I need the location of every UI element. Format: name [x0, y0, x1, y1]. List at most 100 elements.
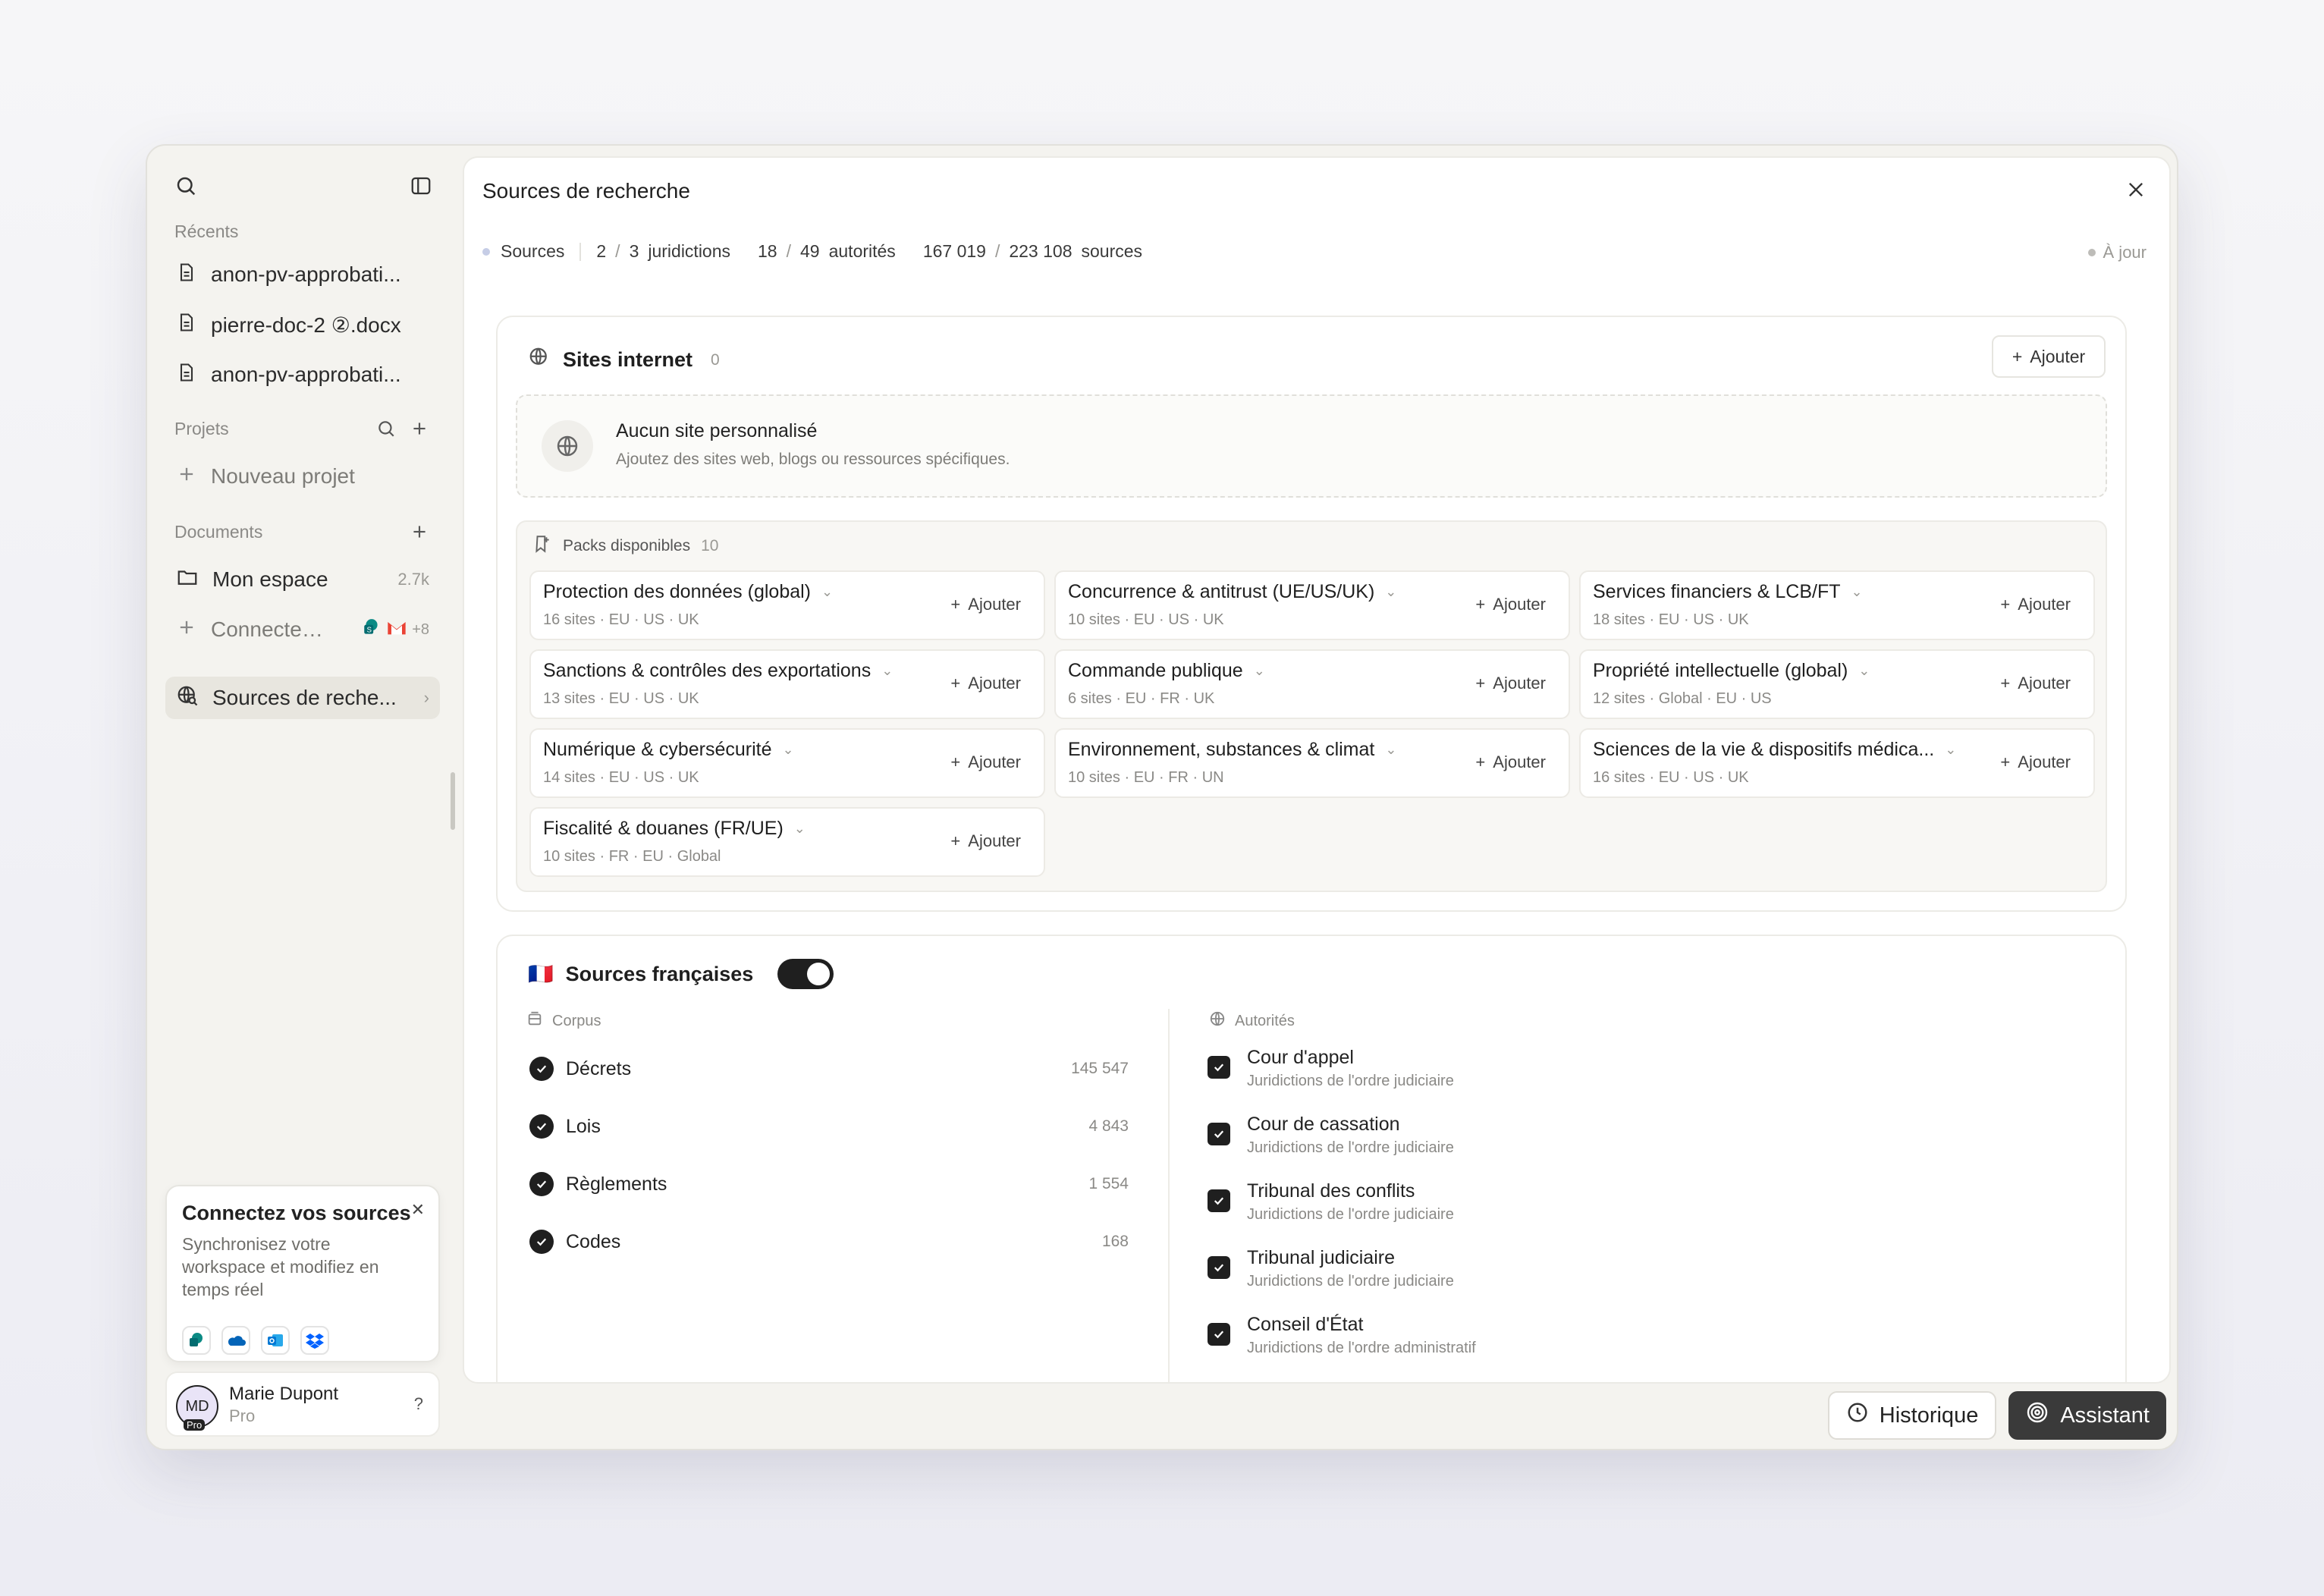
chevron-down-icon[interactable]: ⌄: [794, 821, 806, 837]
chevron-down-icon[interactable]: ⌄: [783, 742, 794, 758]
sync-status: À jour: [2087, 243, 2147, 262]
toggle-sidebar-icon[interactable]: [410, 174, 432, 203]
spiral-icon: [2025, 1400, 2049, 1431]
add-pack-button[interactable]: + Ajouter: [2000, 674, 2071, 693]
research-sources-item[interactable]: Sources de reche... ›: [165, 677, 440, 719]
authority-subtitle: Juridictions de l'ordre judiciaire: [1247, 1206, 1454, 1223]
corpus-item[interactable]: Décrets 145 547: [529, 1050, 1129, 1088]
pack-card[interactable]: Sciences de la vie & dispositifs médica.…: [1579, 728, 2095, 798]
recent-item-2[interactable]: pierre-doc-2 ②.docx: [165, 303, 440, 346]
pack-card[interactable]: Services financiers & LCB/FT ⌄ 18 sites ·…: [1579, 570, 2095, 640]
check-icon[interactable]: [529, 1172, 554, 1196]
pack-card[interactable]: Fiscalité & douanes (FR/UE) ⌄ 10 sites · …: [529, 807, 1045, 877]
corpus-item[interactable]: Codes 168: [529, 1223, 1129, 1261]
chevron-down-icon[interactable]: ⌄: [1254, 663, 1265, 679]
pack-card[interactable]: Commande publique ⌄ 6 sites · EU · FR · U…: [1054, 649, 1570, 719]
check-icon[interactable]: [529, 1057, 554, 1081]
authority-item[interactable]: Cour d'appel Juridictions de l'ordre jud…: [1208, 1047, 1814, 1107]
pack-card[interactable]: Numérique & cybersécurité ⌄ 14 sites · EU…: [529, 728, 1045, 798]
recent-item-1[interactable]: anon-pv-approbati...: [165, 253, 440, 296]
add-pack-button[interactable]: + Ajouter: [950, 831, 1021, 851]
chevron-down-icon[interactable]: ⌄: [1851, 584, 1863, 600]
close-icon[interactable]: [2125, 179, 2147, 206]
checkbox-checked-icon[interactable]: [1208, 1189, 1230, 1212]
pack-card[interactable]: Environnement, substances & climat ⌄ 10 s…: [1054, 728, 1570, 798]
checkbox-checked-icon[interactable]: [1208, 1323, 1230, 1346]
search-icon[interactable]: [174, 174, 197, 203]
add-pack-button[interactable]: + Ajouter: [1475, 595, 1546, 614]
help-button[interactable]: ?: [414, 1394, 423, 1414]
authorities-label: Autorités: [1235, 1012, 1295, 1029]
add-pack-button[interactable]: + Ajouter: [950, 595, 1021, 614]
recent-item-label: anon-pv-approbati...: [211, 363, 401, 386]
status-dot: [2087, 249, 2096, 256]
authority-item[interactable]: Cour de cassation Juridictions de l'ordr…: [1208, 1114, 1814, 1174]
search-projects-icon[interactable]: [376, 419, 396, 443]
checkbox-checked-icon[interactable]: [1208, 1056, 1230, 1079]
onedrive-icon[interactable]: [221, 1326, 250, 1355]
assistant-label: Assistant: [2060, 1403, 2150, 1428]
chevron-down-icon[interactable]: ⌄: [1385, 584, 1396, 600]
recent-item-label: pierre-doc-2 ②.docx: [211, 313, 401, 337]
authority-item[interactable]: Tribunal judiciaire Juridictions de l'or…: [1208, 1247, 1814, 1308]
user-profile[interactable]: MD Pro Marie Dupont Pro ?: [165, 1371, 440, 1437]
authority-item[interactable]: Conseil d'État Juridictions de l'ordre a…: [1208, 1314, 1814, 1375]
pack-card[interactable]: Sanctions & contrôles des exportations ⌄ …: [529, 649, 1045, 719]
add-pack-button[interactable]: + Ajouter: [2000, 595, 2071, 614]
globe-search-icon: [176, 684, 199, 712]
my-space-item[interactable]: Mon espace 2.7k: [165, 558, 440, 601]
documents-heading: Documents: [174, 522, 432, 542]
pack-meta: 12 sites · Global · EU · US: [1593, 690, 1772, 707]
connect-sources-card: Connectez vos sources ✕ Synchronisez vot…: [165, 1185, 440, 1362]
chevron-down-icon[interactable]: ⌄: [1945, 742, 1956, 758]
pack-name: Protection des données (global): [543, 581, 812, 602]
my-space-size: 2.7k: [397, 570, 429, 589]
corpus-count: 4 843: [1088, 1117, 1129, 1135]
pack-card[interactable]: Concurrence & antitrust (UE/US/UK) ⌄ 10 s…: [1054, 570, 1570, 640]
add-project-icon[interactable]: [410, 419, 429, 443]
sidebar-scrollbar[interactable]: [451, 772, 455, 830]
recent-item-3[interactable]: anon-pv-approbati...: [165, 353, 440, 396]
add-pack-button[interactable]: + Ajouter: [950, 674, 1021, 693]
corpus-item[interactable]: Lois 4 843: [529, 1107, 1129, 1145]
sharepoint-icon[interactable]: [182, 1326, 211, 1355]
connect-app-list: [182, 1326, 329, 1355]
chevron-down-icon[interactable]: ⌄: [1385, 742, 1396, 758]
connect-item[interactable]: Connecter ... S +8: [165, 608, 440, 651]
add-document-icon[interactable]: [410, 522, 429, 546]
close-icon[interactable]: ✕: [411, 1200, 425, 1220]
outlook-icon[interactable]: [261, 1326, 290, 1355]
check-icon[interactable]: [529, 1114, 554, 1139]
checkbox-checked-icon[interactable]: [1208, 1123, 1230, 1145]
chevron-down-icon[interactable]: ⌄: [881, 663, 893, 679]
authority-item[interactable]: Tribunal des conflits Juridictions de l'…: [1208, 1180, 1814, 1241]
check-icon[interactable]: [529, 1230, 554, 1254]
recents-heading: Récents: [174, 221, 239, 241]
toggle-knob: [807, 963, 831, 985]
add-pack-button[interactable]: + Ajouter: [1475, 674, 1546, 693]
corpus-item[interactable]: Règlements 1 554: [529, 1165, 1129, 1203]
add-pack-label: Ajouter: [1493, 752, 1546, 771]
websites-count: 0: [711, 350, 720, 369]
chevron-down-icon[interactable]: ⌄: [821, 584, 833, 600]
chevron-down-icon[interactable]: ⌄: [1858, 663, 1870, 679]
add-pack-button[interactable]: + Ajouter: [1475, 752, 1546, 772]
french-sources-toggle[interactable]: [777, 959, 834, 989]
packs-title: Packs disponibles: [563, 537, 691, 555]
dropbox-icon[interactable]: [300, 1326, 329, 1355]
pack-card[interactable]: Protection des données (global) ⌄ 16 site…: [529, 570, 1045, 640]
status-dot: [482, 247, 490, 256]
add-website-button[interactable]: + Ajouter: [1992, 335, 2106, 378]
pack-meta: 10 sites · FR · EU · Global: [543, 848, 721, 865]
documents-label: Documents: [174, 522, 263, 542]
pack-card[interactable]: Propriété intellectuelle (global) ⌄ 12 si…: [1579, 649, 2095, 719]
add-pack-button[interactable]: + Ajouter: [2000, 752, 2071, 772]
corpus-name: Codes: [566, 1230, 621, 1252]
add-pack-button[interactable]: + Ajouter: [950, 752, 1021, 772]
plus-icon: +: [1475, 674, 1486, 693]
history-button[interactable]: Historique: [1827, 1391, 1997, 1440]
assistant-button[interactable]: Assistant: [2008, 1391, 2166, 1440]
new-project-button[interactable]: Nouveau projet: [165, 455, 440, 498]
add-pack-label: Ajouter: [968, 831, 1021, 850]
checkbox-checked-icon[interactable]: [1208, 1256, 1230, 1279]
